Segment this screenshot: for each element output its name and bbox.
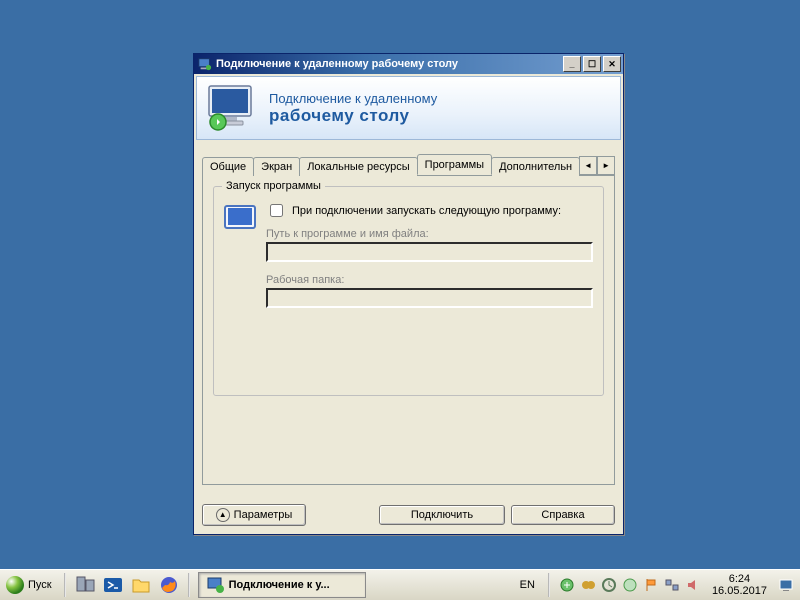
start-program-checkbox-label: При подключении запускать следующую прог… bbox=[292, 205, 561, 217]
tray-flag-icon[interactable] bbox=[643, 577, 659, 593]
tab-display[interactable]: Экран bbox=[253, 157, 300, 176]
clock-date: 16.05.2017 bbox=[712, 585, 767, 597]
start-button[interactable]: Пуск bbox=[2, 573, 60, 597]
start-program-checkbox[interactable] bbox=[270, 204, 283, 217]
tab-scroll-left[interactable]: ◄ bbox=[579, 156, 597, 175]
taskbar-separator bbox=[188, 573, 190, 597]
titlebar[interactable]: Подключение к удаленному рабочему столу … bbox=[194, 54, 623, 74]
tray-icon-1[interactable] bbox=[559, 577, 575, 593]
clock-time: 6:24 bbox=[712, 573, 767, 585]
help-button[interactable]: Справка bbox=[511, 505, 615, 525]
tab-programs[interactable]: Программы bbox=[417, 154, 492, 175]
dialog-button-row: ▲ Параметры Подключить Справка bbox=[202, 504, 615, 526]
program-path-input bbox=[266, 242, 593, 262]
firefox-icon[interactable] bbox=[158, 574, 180, 596]
language-indicator[interactable]: EN bbox=[516, 577, 539, 593]
banner-line1: Подключение к удаленному bbox=[269, 91, 437, 106]
tray-icon-2[interactable] bbox=[580, 577, 596, 593]
taskbar-task-label: Подключение к у... bbox=[229, 579, 330, 591]
tray-icon-3[interactable] bbox=[601, 577, 617, 593]
window-title: Подключение к удаленному рабочему столу bbox=[216, 58, 458, 70]
start-program-checkbox-row[interactable]: При подключении запускать следующую прог… bbox=[266, 201, 593, 220]
connect-button[interactable]: Подключить bbox=[379, 505, 505, 525]
working-folder-label: Рабочая папка: bbox=[266, 274, 593, 286]
quick-launch bbox=[70, 574, 184, 596]
tray-icon-4[interactable] bbox=[622, 577, 638, 593]
banner-line2: рабочему столу bbox=[269, 106, 437, 126]
start-label: Пуск bbox=[28, 579, 52, 591]
run-icon bbox=[224, 203, 256, 231]
group-start-program: Запуск программы При подключении запуска… bbox=[213, 186, 604, 396]
taskbar: Пуск Подключение к у... EN 6: bbox=[0, 569, 800, 600]
explorer-icon[interactable] bbox=[130, 574, 152, 596]
tab-general[interactable]: Общие bbox=[202, 157, 254, 176]
tab-panel-programs: Запуск программы При подключении запуска… bbox=[202, 175, 615, 485]
powershell-icon[interactable] bbox=[102, 574, 124, 596]
taskbar-clock[interactable]: 6:24 16.05.2017 bbox=[706, 573, 773, 597]
connect-button-label: Подключить bbox=[411, 509, 473, 521]
program-path-label: Путь к программе и имя файла: bbox=[266, 228, 593, 240]
tray-volume-icon[interactable] bbox=[685, 577, 701, 593]
taskbar-separator bbox=[64, 573, 66, 597]
rdp-dialog: Подключение к удаленному рабочему столу … bbox=[193, 53, 624, 535]
app-icon bbox=[198, 57, 212, 71]
working-folder-input bbox=[266, 288, 593, 308]
banner-monitor-icon bbox=[205, 84, 259, 132]
tab-advanced[interactable]: Дополнительн bbox=[491, 157, 580, 176]
minimize-button[interactable]: _ bbox=[563, 56, 581, 72]
tab-scroll-right[interactable]: ► bbox=[597, 156, 615, 175]
help-button-label: Справка bbox=[541, 509, 584, 521]
options-button[interactable]: ▲ Параметры bbox=[202, 504, 306, 526]
server-manager-icon[interactable] bbox=[74, 574, 96, 596]
tabstrip: Общие Экран Локальные ресурсы Программы … bbox=[202, 154, 615, 175]
close-button[interactable]: ✕ bbox=[603, 56, 621, 72]
taskbar-task-rdp[interactable]: Подключение к у... bbox=[198, 572, 366, 598]
banner: Подключение к удаленному рабочему столу bbox=[196, 76, 621, 140]
group-legend: Запуск программы bbox=[222, 180, 325, 192]
windows-orb-icon bbox=[6, 576, 24, 594]
tray-separator bbox=[548, 573, 550, 597]
chevron-up-icon: ▲ bbox=[216, 508, 230, 522]
options-button-label: Параметры bbox=[234, 509, 293, 521]
system-tray: EN 6:24 16.05.2017 bbox=[516, 570, 800, 600]
rdp-task-icon bbox=[207, 576, 225, 594]
maximize-button[interactable]: ☐ bbox=[583, 56, 601, 72]
tab-localres[interactable]: Локальные ресурсы bbox=[299, 157, 417, 176]
tray-network-icon[interactable] bbox=[664, 577, 680, 593]
show-desktop-icon[interactable] bbox=[778, 577, 794, 593]
